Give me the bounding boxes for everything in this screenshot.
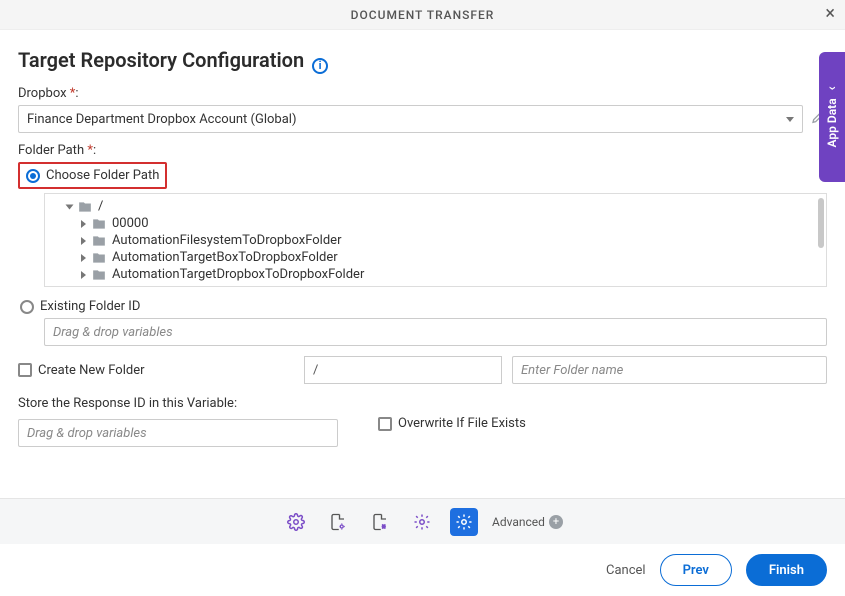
folder-icon xyxy=(92,234,106,248)
content-area: Target Repository Configuration i Dropbo… xyxy=(0,30,845,498)
footer: Advanced + Cancel Prev Finish xyxy=(0,498,845,596)
store-response-row: Store the Response ID in this Variable: … xyxy=(18,396,827,447)
chevron-right-icon[interactable] xyxy=(81,220,86,228)
existing-folder-input[interactable]: Drag & drop variables xyxy=(44,318,827,346)
existing-folder-radio[interactable] xyxy=(20,300,34,314)
cancel-button[interactable]: Cancel xyxy=(606,563,646,578)
folder-icon xyxy=(92,251,106,265)
plus-icon: + xyxy=(549,515,563,529)
chevron-down-icon[interactable] xyxy=(66,204,74,209)
dropbox-label: Dropbox *: xyxy=(18,86,827,101)
chevron-left-icon: ‹ xyxy=(824,86,840,90)
chevron-right-icon[interactable] xyxy=(81,237,86,245)
folder-path-label: Folder Path *: xyxy=(18,143,827,158)
tree-item[interactable]: AutomationFilesystemToDropboxFolder xyxy=(53,232,818,249)
info-icon[interactable]: i xyxy=(312,58,328,74)
folder-tree[interactable]: / 00000 AutomationFilesystemToDropboxFol… xyxy=(44,193,827,287)
toolbar-strip: Advanced + xyxy=(0,498,845,544)
choose-folder-label: Choose Folder Path xyxy=(46,168,159,183)
choose-folder-path-row: Choose Folder Path xyxy=(18,162,167,189)
finish-button[interactable]: Finish xyxy=(746,554,827,586)
page-title: Target Repository Configuration xyxy=(18,48,304,72)
create-folder-row: Create New Folder / Enter Folder name xyxy=(18,356,827,384)
gear-icon-2[interactable] xyxy=(408,508,436,536)
tree-item[interactable]: AutomationTargetDropboxToDropboxFolder xyxy=(53,266,818,283)
app-data-side-tab[interactable]: App Data ‹ xyxy=(819,52,845,182)
existing-folder-label: Existing Folder ID xyxy=(40,299,140,314)
folder-icon xyxy=(78,200,92,214)
folder-icon xyxy=(92,217,106,231)
chevron-right-icon[interactable] xyxy=(81,271,86,279)
titlebar: DOCUMENT TRANSFER × xyxy=(0,0,845,30)
existing-folder-row: Existing Folder ID xyxy=(18,295,827,318)
create-folder-path: / xyxy=(304,356,502,384)
tree-scrollbar[interactable] xyxy=(818,198,824,248)
prev-button[interactable]: Prev xyxy=(660,554,732,586)
overwrite-checkbox[interactable] xyxy=(378,417,392,431)
window-title: DOCUMENT TRANSFER xyxy=(351,8,495,22)
choose-folder-radio[interactable] xyxy=(26,169,40,183)
gear-icon[interactable] xyxy=(282,508,310,536)
document-gear-icon[interactable] xyxy=(324,508,352,536)
tree-item[interactable]: AutomationTargetBoxToDropboxFolder xyxy=(53,249,818,266)
dropbox-select[interactable]: Finance Department Dropbox Account (Glob… xyxy=(18,105,803,133)
dropbox-selected-value: Finance Department Dropbox Account (Glob… xyxy=(27,112,296,127)
settings-active-icon[interactable] xyxy=(450,508,478,536)
tree-item[interactable]: 00000 xyxy=(53,215,818,232)
create-folder-checkbox[interactable] xyxy=(18,363,32,377)
create-folder-label: Create New Folder xyxy=(38,363,145,378)
document-cog-icon[interactable] xyxy=(366,508,394,536)
advanced-toggle[interactable]: Advanced + xyxy=(492,515,563,529)
close-icon[interactable]: × xyxy=(825,5,835,23)
store-response-label: Store the Response ID in this Variable: xyxy=(18,396,338,411)
folder-icon xyxy=(92,268,106,282)
folder-name-input[interactable]: Enter Folder name xyxy=(512,356,827,384)
button-row: Cancel Prev Finish xyxy=(0,544,845,596)
chevron-down-icon xyxy=(786,117,794,122)
overwrite-label: Overwrite If File Exists xyxy=(398,416,526,431)
page-heading: Target Repository Configuration i xyxy=(18,48,827,72)
chevron-right-icon[interactable] xyxy=(81,254,86,262)
tree-root[interactable]: / xyxy=(53,198,818,215)
store-response-input[interactable]: Drag & drop variables xyxy=(18,419,338,447)
